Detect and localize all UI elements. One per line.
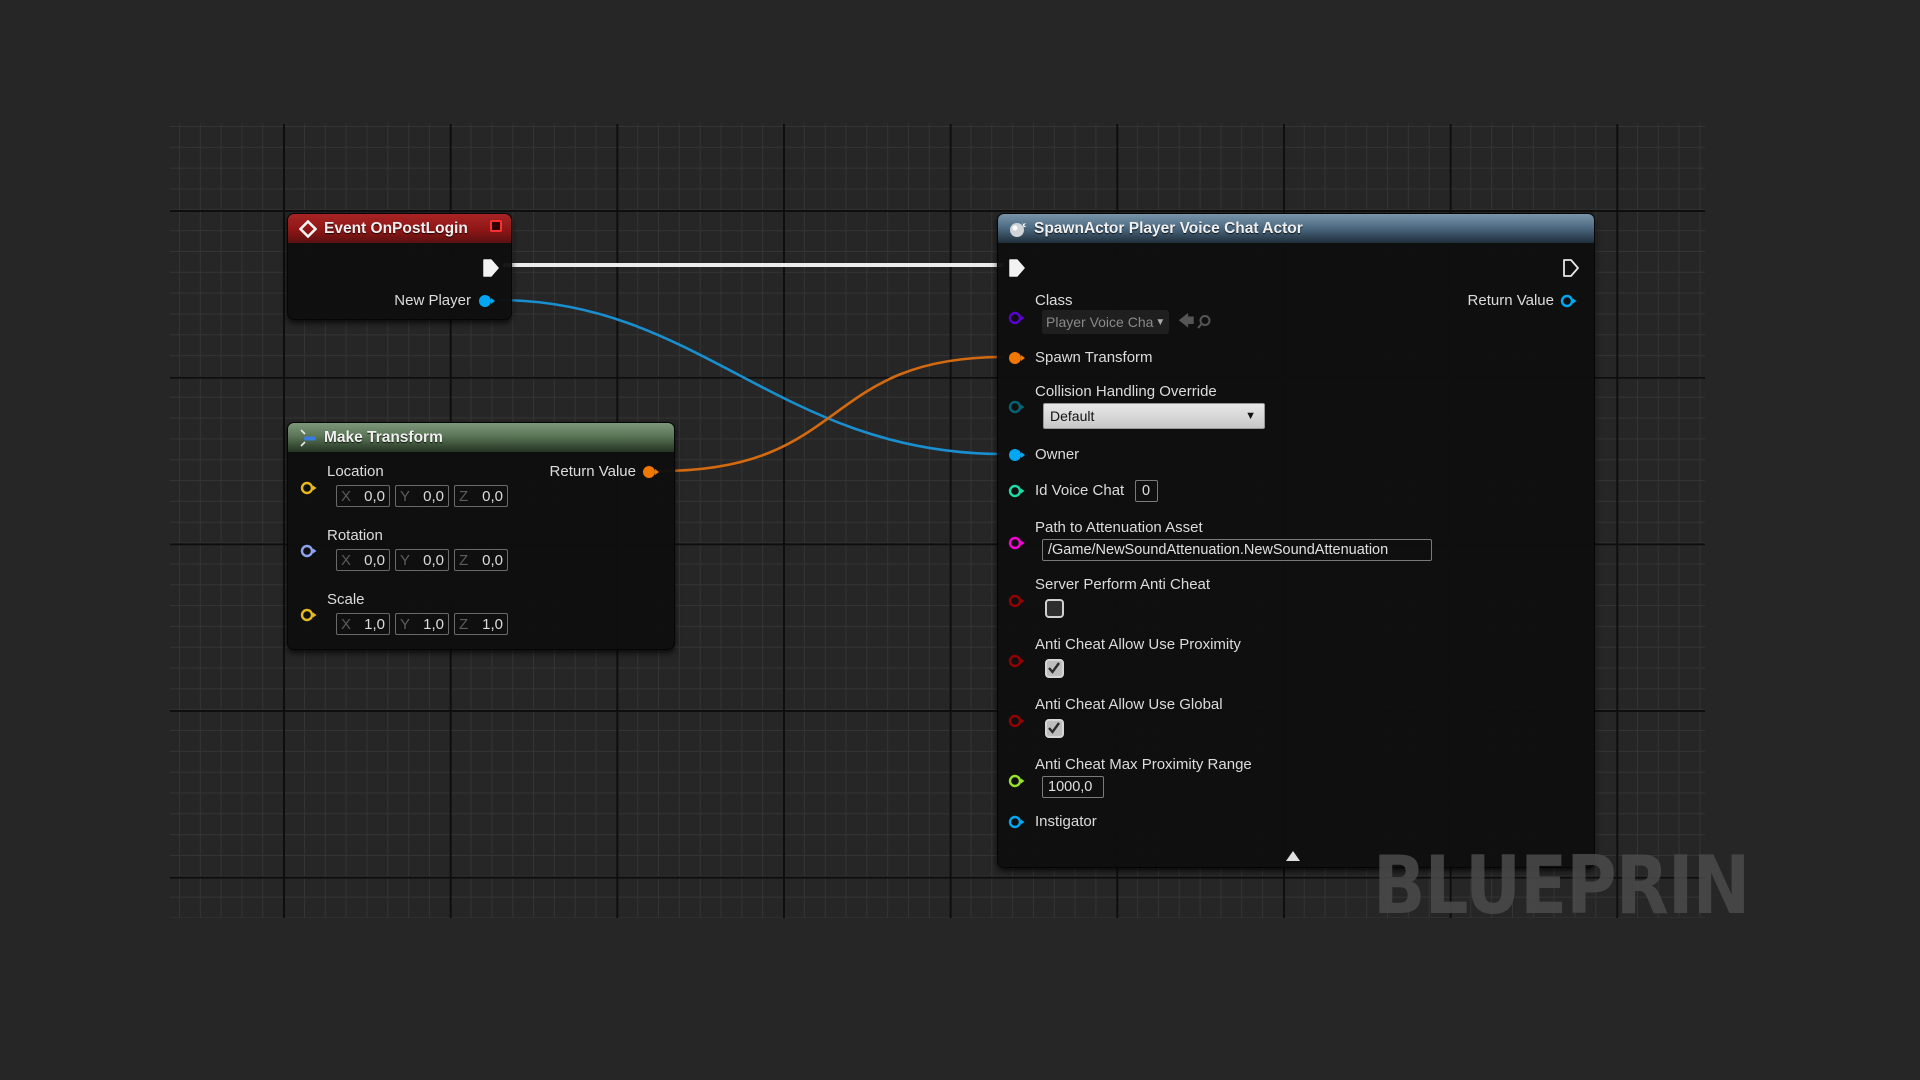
exec-out-pin[interactable] [482, 258, 500, 278]
spawn-actor-icon [1008, 219, 1028, 239]
spawn-transform-label: Spawn Transform [1035, 349, 1153, 366]
server-anticheat-label: Server Perform Anti Cheat [1035, 576, 1211, 593]
spawn-return-pin[interactable] [1560, 294, 1578, 308]
function-icon [298, 428, 318, 448]
checkmark-icon [1048, 722, 1060, 734]
class-picker-value: Player Voice Cha [1046, 314, 1154, 330]
make-transform-title: Make Transform [324, 428, 443, 446]
make-transform-header[interactable]: Make Transform [288, 423, 674, 452]
path-pin[interactable] [1008, 536, 1026, 550]
make-transform-node[interactable]: Make Transform Location X 0,0 Y 0,0 Z 0,0 R… [287, 422, 675, 650]
server-anticheat-pin[interactable] [1008, 594, 1026, 608]
path-field[interactable]: /Game/NewSoundAttenuation.NewSoundAttenu… [1042, 539, 1432, 561]
collision-pin[interactable] [1008, 400, 1026, 414]
rotation-label: Rotation [327, 527, 383, 544]
allow-global-checkbox[interactable] [1045, 719, 1064, 738]
max-range-field[interactable]: 1000,0 [1042, 776, 1104, 798]
collision-dropdown[interactable]: Default ▼ [1043, 403, 1265, 429]
instigator-label: Instigator [1035, 813, 1097, 830]
location-y-field[interactable]: Y 0,0 [395, 485, 449, 507]
delegate-pin-icon[interactable] [490, 220, 502, 232]
collision-label: Collision Handling Override [1035, 383, 1217, 400]
event-diamond-icon [298, 219, 318, 239]
location-x-field[interactable]: X 0,0 [336, 485, 390, 507]
allow-global-label: Anti Cheat Allow Use Global [1035, 696, 1223, 713]
collapse-advanced-arrow-icon[interactable] [1285, 850, 1301, 862]
class-pin[interactable] [1008, 311, 1026, 325]
id-voice-chat-field[interactable]: 0 [1135, 480, 1158, 502]
spawnactor-node[interactable]: SpawnActor Player Voice Chat Actor Retur… [997, 213, 1595, 868]
spawn-transform-pin[interactable] [1008, 351, 1026, 365]
collision-dropdown-value: Default [1050, 408, 1095, 424]
location-pin[interactable] [300, 481, 318, 495]
path-label: Path to Attenuation Asset [1035, 519, 1203, 536]
allow-proximity-label: Anti Cheat Allow Use Proximity [1035, 636, 1241, 653]
checkmark-icon [1048, 662, 1060, 674]
exec-out-pin[interactable] [1562, 258, 1580, 278]
exec-in-pin[interactable] [1008, 258, 1026, 278]
rotation-y-field[interactable]: Y 0,0 [395, 549, 449, 571]
browse-asset-search-icon[interactable] [1196, 314, 1212, 330]
blueprint-watermark: BLUEPRIN [1373, 839, 1750, 932]
class-picker-dropdown[interactable]: Player Voice Cha ▼ [1042, 310, 1170, 334]
new-player-pin[interactable] [478, 294, 496, 308]
scale-z-field[interactable]: Z 1,0 [454, 613, 508, 635]
scale-x-field[interactable]: X 1,0 [336, 613, 390, 635]
event-node-title: Event OnPostLogin [324, 219, 468, 237]
transform-return-label: Return Value [549, 463, 636, 480]
scale-label: Scale [327, 591, 365, 608]
instigator-pin[interactable] [1008, 815, 1026, 829]
owner-label: Owner [1035, 446, 1080, 463]
scale-y-field[interactable]: Y 1,0 [395, 613, 449, 635]
max-range-label: Anti Cheat Max Proximity Range [1035, 756, 1252, 773]
chevron-down-icon: ▼ [1155, 316, 1166, 328]
event-onpostlogin-node[interactable]: Event OnPostLogin New Player [287, 213, 512, 320]
new-player-label: New Player [394, 292, 471, 309]
spawnactor-title: SpawnActor Player Voice Chat Actor [1034, 219, 1303, 237]
location-z-field[interactable]: Z 0,0 [454, 485, 508, 507]
spawn-return-label: Return Value [1467, 292, 1554, 309]
rotation-x-field[interactable]: X 0,0 [336, 549, 390, 571]
scale-pin[interactable] [300, 608, 318, 622]
id-voice-chat-label: Id Voice Chat [1035, 482, 1125, 499]
event-node-header[interactable]: Event OnPostLogin [288, 214, 511, 243]
location-label: Location [327, 463, 384, 480]
id-voice-chat-pin[interactable] [1008, 484, 1026, 498]
rotation-pin[interactable] [300, 544, 318, 558]
chevron-down-icon: ▼ [1245, 410, 1256, 422]
transform-return-pin[interactable] [642, 465, 660, 479]
server-anticheat-checkbox[interactable] [1045, 599, 1064, 618]
rotation-z-field[interactable]: Z 0,0 [454, 549, 508, 571]
allow-proximity-pin[interactable] [1008, 654, 1026, 668]
use-selected-asset-arrow-icon[interactable]: 🡄 [1178, 310, 1195, 337]
allow-proximity-checkbox[interactable] [1045, 659, 1064, 678]
allow-global-pin[interactable] [1008, 714, 1026, 728]
owner-pin[interactable] [1008, 448, 1026, 462]
max-range-pin[interactable] [1008, 774, 1026, 788]
class-label: Class [1035, 292, 1073, 309]
spawnactor-header[interactable]: SpawnActor Player Voice Chat Actor [998, 214, 1594, 243]
